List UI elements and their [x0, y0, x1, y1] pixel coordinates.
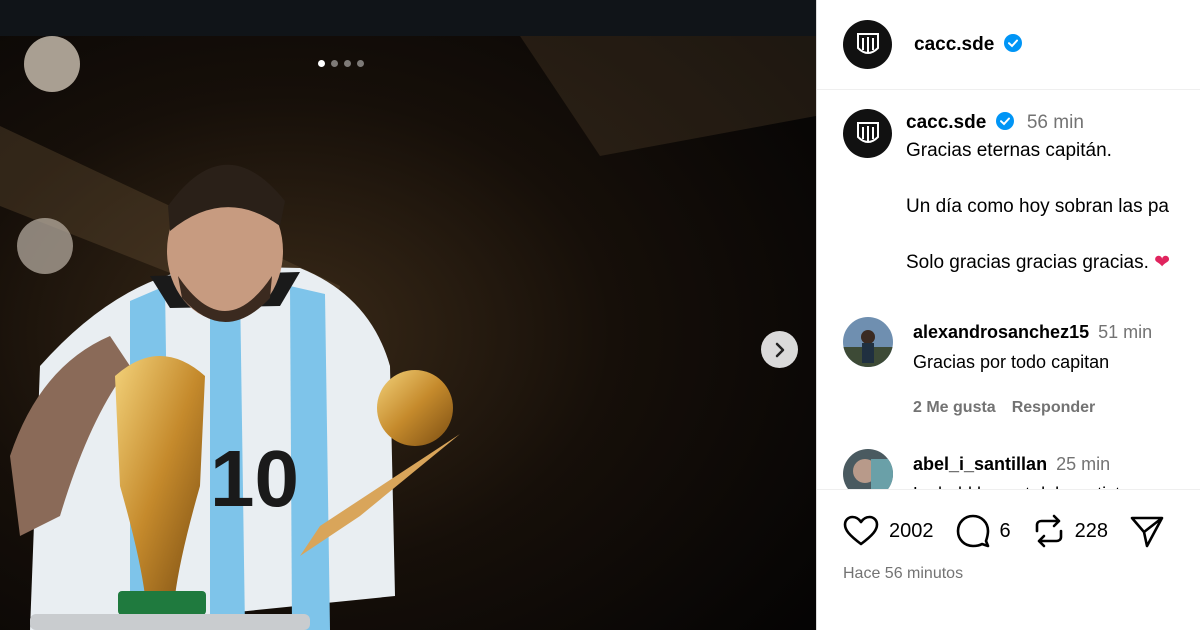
- post-sidebar: cacc.sde cacc.sde 56 min Gracias eternas…: [816, 0, 1200, 630]
- caption-line-text: Solo gracias gracias gracias.: [906, 252, 1155, 273]
- verified-icon: [995, 112, 1014, 130]
- repost-button[interactable]: 228: [1033, 514, 1108, 548]
- caption-line: Un día como hoy sobran las pa: [906, 196, 1169, 217]
- caption-line: Solo gracias gracias gracias. ❤: [906, 249, 1170, 277]
- comment-icon: [956, 514, 989, 548]
- reply-button[interactable]: Responder: [1012, 399, 1096, 417]
- carousel-dot[interactable]: [344, 60, 351, 67]
- comments-scroll-area[interactable]: cacc.sde 56 min Gracias eternas capitán.…: [817, 91, 1200, 489]
- post-header: cacc.sde: [817, 0, 1200, 90]
- svg-text:10: 10: [210, 434, 299, 523]
- carousel-dot[interactable]: [357, 60, 364, 67]
- heart-icon: [843, 515, 879, 546]
- media-top-bar: [0, 0, 816, 36]
- share-icon: [1130, 516, 1164, 548]
- avatar[interactable]: [843, 20, 892, 69]
- heart-emoji: ❤: [1154, 252, 1171, 273]
- post-media: 10: [0, 0, 816, 630]
- avatar-photo: [843, 449, 893, 489]
- comment-count[interactable]: 6: [1000, 520, 1011, 543]
- avatar-photo: [843, 317, 893, 367]
- caption: cacc.sde 56 min Gracias eternas capitán.…: [843, 109, 1170, 277]
- post-timestamp[interactable]: Hace 56 minutos: [843, 565, 963, 583]
- post-photo: 10: [0, 36, 816, 630]
- post-username[interactable]: cacc.sde: [914, 33, 1022, 56]
- next-slide-button[interactable]: [761, 331, 798, 368]
- username-text[interactable]: cacc.sde: [914, 34, 994, 55]
- comment-avatar[interactable]: [843, 317, 893, 367]
- comment-time[interactable]: 25 min: [1056, 454, 1110, 474]
- club-logo-icon: [856, 121, 879, 143]
- like-button[interactable]: 2002: [843, 515, 934, 547]
- caption-line: Gracias eternas capitán.: [906, 140, 1112, 161]
- chevron-right-icon: [775, 342, 784, 357]
- caption-time[interactable]: 56 min: [1027, 112, 1084, 133]
- comment-username[interactable]: alexandrosanchez15: [913, 322, 1089, 342]
- repost-count[interactable]: 228: [1075, 520, 1108, 543]
- club-logo-icon: [856, 32, 879, 54]
- carousel-dot[interactable]: [331, 60, 338, 67]
- carousel-dot[interactable]: [318, 60, 325, 67]
- share-button[interactable]: [1130, 514, 1164, 548]
- comment: alexandrosanchez15 51 min Gracias por to…: [843, 317, 1152, 417]
- carousel-dots: [318, 60, 364, 67]
- post-actions: 2002 6 228 Hace 56 minutos: [817, 489, 1200, 630]
- comment-text: La hold le gust del y estist: [913, 479, 1120, 489]
- repost-icon: [1035, 514, 1062, 548]
- caption-avatar[interactable]: [843, 109, 892, 158]
- comment-avatar[interactable]: [843, 449, 893, 489]
- comment-likes[interactable]: 2 Me gusta: [913, 399, 996, 417]
- comment-username[interactable]: abel_i_santillan: [913, 454, 1047, 474]
- comment: abel_i_santillan 25 min La hold le gust …: [843, 449, 1120, 489]
- verified-icon: [1003, 33, 1022, 52]
- comment-time[interactable]: 51 min: [1098, 322, 1152, 342]
- comment-button[interactable]: 6: [956, 514, 1011, 548]
- caption-username[interactable]: cacc.sde: [906, 112, 986, 133]
- like-count[interactable]: 2002: [889, 520, 934, 543]
- comment-text: Gracias por todo capitan: [913, 352, 1110, 372]
